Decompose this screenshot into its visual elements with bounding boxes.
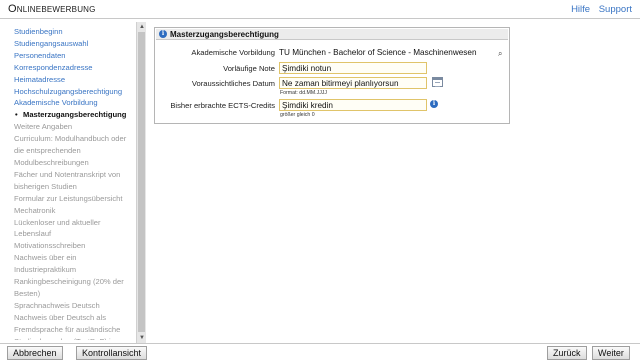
datum-input[interactable] xyxy=(279,77,427,89)
scroll-down-icon[interactable]: ▼ xyxy=(137,334,147,342)
abbrechen-button[interactable]: Abbrechen xyxy=(7,346,63,360)
sidebar-item-sprachnachweis: Sprachnachweis Deutsch xyxy=(14,300,100,310)
ects-input[interactable] xyxy=(279,99,427,111)
sidebar-item-label: Masterzugangsberechtigung xyxy=(23,110,127,120)
app-title: Onlinebewerbung xyxy=(8,3,96,15)
scrollbar-thumb[interactable] xyxy=(138,32,145,332)
sidebar-scrollbar[interactable]: ▲ ▼ xyxy=(136,22,146,343)
sidebar-item-lebenslauf: Lückenloser und aktueller Lebenslauf xyxy=(14,217,101,239)
sidebar-item-studienbeginn[interactable]: Studienbeginn xyxy=(14,26,135,38)
sidebar-item-masterzugangsberechtigung[interactable]: • Masterzugangsberechtigung xyxy=(14,109,135,121)
sidebar-item-curriculum: Curriculum: Modulhandbuch oder die entsp… xyxy=(14,134,127,167)
sidebar-nav: Studienbeginn Studiengangsauswahl Person… xyxy=(14,26,135,340)
datum-format-hint: Format: dd.MM.JJJJ xyxy=(280,90,327,96)
magnifier-icon[interactable]: ⌕ xyxy=(498,49,502,59)
panel-header: i Masterzugangsberechtigung xyxy=(156,29,508,40)
weiter-button[interactable]: Weiter xyxy=(592,346,630,360)
form-panel: i Masterzugangsberechtigung Akademische … xyxy=(154,27,510,124)
sidebar-item-industriepraktikum: Nachweis über ein Industriepraktikum xyxy=(14,253,77,275)
sidebar-item-testdaf: Nachweis über Deutsch als Fremdsprache f… xyxy=(14,312,121,340)
note-input[interactable] xyxy=(279,62,427,74)
sidebar-item-studiengangsauswahl[interactable]: Studiengangsauswahl xyxy=(14,38,135,50)
note-label: Vorläufige Note xyxy=(223,64,275,73)
zurueck-button[interactable]: Zurück xyxy=(547,346,587,360)
sidebar-item-hochschulzugangsberechtigung[interactable]: Hochschulzugangsberechtigung xyxy=(14,86,135,98)
active-bullet-icon: • xyxy=(15,110,18,120)
sidebar-item-akademische-vorbildung[interactable]: Akademische Vorbildung xyxy=(14,97,135,109)
help-link[interactable]: Hilfe xyxy=(571,4,590,15)
vorbildung-value: TU München - Bachelor of Science - Masch… xyxy=(279,48,477,57)
top-links: Hilfe Support xyxy=(565,4,632,15)
sidebar-item-personendaten[interactable]: Personendaten xyxy=(14,50,135,62)
sidebar-item-rankingbescheinigung: Rankingbescheinigung (20% der Besten) xyxy=(14,277,124,298)
info-icon: i xyxy=(159,30,167,38)
footer-divider xyxy=(0,343,640,344)
calendar-icon[interactable] xyxy=(432,77,443,87)
datum-label: Voraussichtliches Datum xyxy=(191,79,275,88)
scroll-up-icon[interactable]: ▲ xyxy=(137,23,147,31)
sidebar-item-motivationsschreiben: Motivationsschreiben xyxy=(14,241,86,251)
sidebar-item-heimatadresse[interactable]: Heimatadresse xyxy=(14,74,135,86)
support-link[interactable]: Support xyxy=(599,4,632,15)
ects-label: Bisher erbrachte ECTS-Credits xyxy=(170,101,275,110)
sidebar-item-leistungsuebersicht: Formular zur Leistungsübersicht Mechatro… xyxy=(14,193,123,215)
vorbildung-label: Akademische Vorbildung xyxy=(191,48,275,57)
kontrollansicht-button[interactable]: Kontrollansicht xyxy=(76,346,148,360)
sidebar-item-korrespondenzadresse[interactable]: Korrespondenzadresse xyxy=(14,62,135,74)
sidebar-item-weitere-angaben: Weitere Angaben xyxy=(14,122,73,132)
panel-title: Masterzugangsberechtigung xyxy=(170,29,279,39)
header-divider xyxy=(0,18,640,19)
ects-info-icon[interactable]: i xyxy=(430,100,438,108)
ects-hint: größer gleich 0 xyxy=(280,112,315,118)
sidebar-item-notentranskript: Fächer und Notentranskript von bisherige… xyxy=(14,169,121,191)
